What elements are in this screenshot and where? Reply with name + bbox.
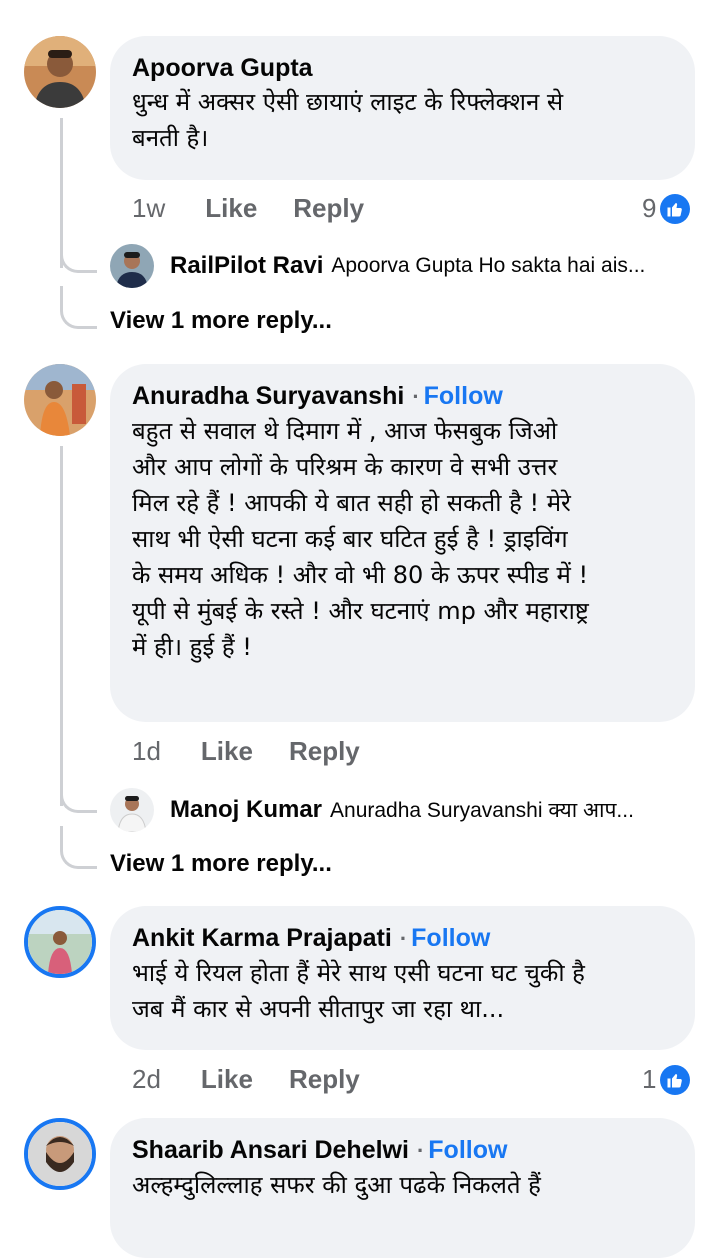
comment-bubble: Shaarib Ansari Dehelwi · Follow अल्हम्दुलि… [110, 1118, 695, 1258]
comment-text-line: में ही। हुई हैं ! [132, 633, 252, 661]
reply-preview[interactable]: RailPilot Ravi Apoorva Gupta Ho sakta ha… [110, 244, 645, 288]
avatar-railpilot-ravi [110, 244, 154, 288]
comment-text-line: बनती है। [132, 124, 209, 152]
comment-author-row: Anuradha Suryavanshi · Follow [132, 380, 671, 413]
reply-author[interactable]: RailPilot Ravi [170, 252, 323, 280]
reply-preview[interactable]: Manoj Kumar Anuradha Suryavanshi क्या आप… [110, 788, 634, 832]
avatar-manoj-kumar [110, 788, 154, 832]
reply-button[interactable]: Reply [289, 736, 360, 767]
comment-author[interactable]: Anuradha Suryavanshi [132, 382, 404, 410]
view-more-replies[interactable]: View 1 more reply... [110, 850, 332, 878]
follow-button[interactable]: Follow [424, 382, 503, 410]
follow-button[interactable]: Follow [411, 924, 490, 952]
comment-text-line: अल्हम्दुलिल्लाह सफर की दुआ पढके निकलते ह… [132, 1171, 541, 1199]
comment-text-line: मिल रहे हैं ! आपकी ये बात सही हो सकती है… [132, 489, 571, 517]
comment-author[interactable]: Shaarib Ansari Dehelwi [132, 1136, 409, 1164]
comment-text-line: जब मैं कार से अपनी सीतापुर जा रहा था... [132, 995, 505, 1023]
comment-time[interactable]: 1w [132, 193, 165, 224]
thread-connector [60, 230, 97, 273]
like-button[interactable]: Like [201, 736, 253, 767]
comment-text-line: भाई ये रियल होता हैं मेरे साथ एसी घटना घ… [132, 959, 585, 987]
separator-dot: · [399, 926, 408, 951]
thread-line [60, 446, 63, 806]
comment-author[interactable]: Apoorva Gupta [132, 52, 671, 84]
comment-author[interactable]: Ankit Karma Prajapati [132, 924, 392, 952]
thumbs-up-icon [660, 1064, 691, 1095]
comment-text-line: यूपी से मुंबई के रस्ते ! और घटनाएं mp और… [132, 597, 589, 625]
comment-text-line: बहुत से सवाल थे दिमाग में , आज फेसबुक जि… [132, 417, 558, 445]
reply-text: Apoorva Gupta Ho sakta hai ais... [331, 254, 646, 277]
comment-bubble: Apoorva Gupta धुन्ध में अक्सर ऐसी छायाएं… [110, 36, 695, 180]
thread-connector [60, 286, 97, 329]
avatar-ankit-karma-prajapati[interactable] [24, 906, 96, 978]
reaction-count[interactable]: 9 [642, 193, 691, 224]
avatar-shaarib-ansari-dehelwi[interactable] [24, 1118, 96, 1190]
comment-text-line: और आप लोगों के परिश्रम के कारण वे सभी उत… [132, 453, 558, 481]
like-button[interactable]: Like [201, 1064, 253, 1095]
follow-button[interactable]: Follow [428, 1136, 507, 1164]
comment-actions: 1d Like Reply [132, 736, 360, 767]
separator-dot: · [412, 384, 420, 409]
separator-dot: · [416, 1138, 425, 1163]
reaction-count[interactable]: 1 [642, 1064, 691, 1095]
view-more-replies[interactable]: View 1 more reply... [110, 307, 332, 335]
comment-time[interactable]: 1d [132, 736, 161, 767]
comment-author-row: Shaarib Ansari Dehelwi · Follow [132, 1134, 671, 1167]
avatar-apoorva-gupta[interactable] [24, 36, 96, 108]
reaction-number: 1 [642, 1064, 657, 1094]
avatar-anuradha-suryavanshi[interactable] [24, 364, 96, 436]
comment-bubble: Anuradha Suryavanshi · Follow बहुत से सवाल… [110, 364, 695, 722]
reply-author[interactable]: Manoj Kumar [170, 796, 322, 824]
comment-text-line: के समय अधिक ! और वो भी 80 के ऊपर स्पीड म… [132, 561, 589, 589]
like-button[interactable]: Like [205, 193, 257, 224]
thumbs-up-icon [660, 193, 691, 224]
reaction-number: 9 [642, 193, 657, 223]
comment-bubble: Ankit Karma Prajapati · Follow भाई ये रियल… [110, 906, 695, 1050]
comment-text-line: साथ भी ऐसी घटना कई बार घटित हुई है ! ड्र… [132, 525, 568, 553]
reply-text: Anuradha Suryavanshi क्या आप... [330, 799, 634, 822]
thread-connector [60, 770, 97, 813]
thread-connector [60, 826, 97, 869]
comment-actions: 1w Like Reply [132, 193, 364, 224]
comment-text-line: धुन्ध में अक्सर ऐसी छायाएं लाइट के रिफ्ल… [132, 88, 564, 116]
comment-author-row: Ankit Karma Prajapati · Follow [132, 922, 671, 955]
reply-button[interactable]: Reply [289, 1064, 360, 1095]
comment-time[interactable]: 2d [132, 1064, 161, 1095]
reply-button[interactable]: Reply [293, 193, 364, 224]
comment-actions: 2d Like Reply [132, 1064, 360, 1095]
